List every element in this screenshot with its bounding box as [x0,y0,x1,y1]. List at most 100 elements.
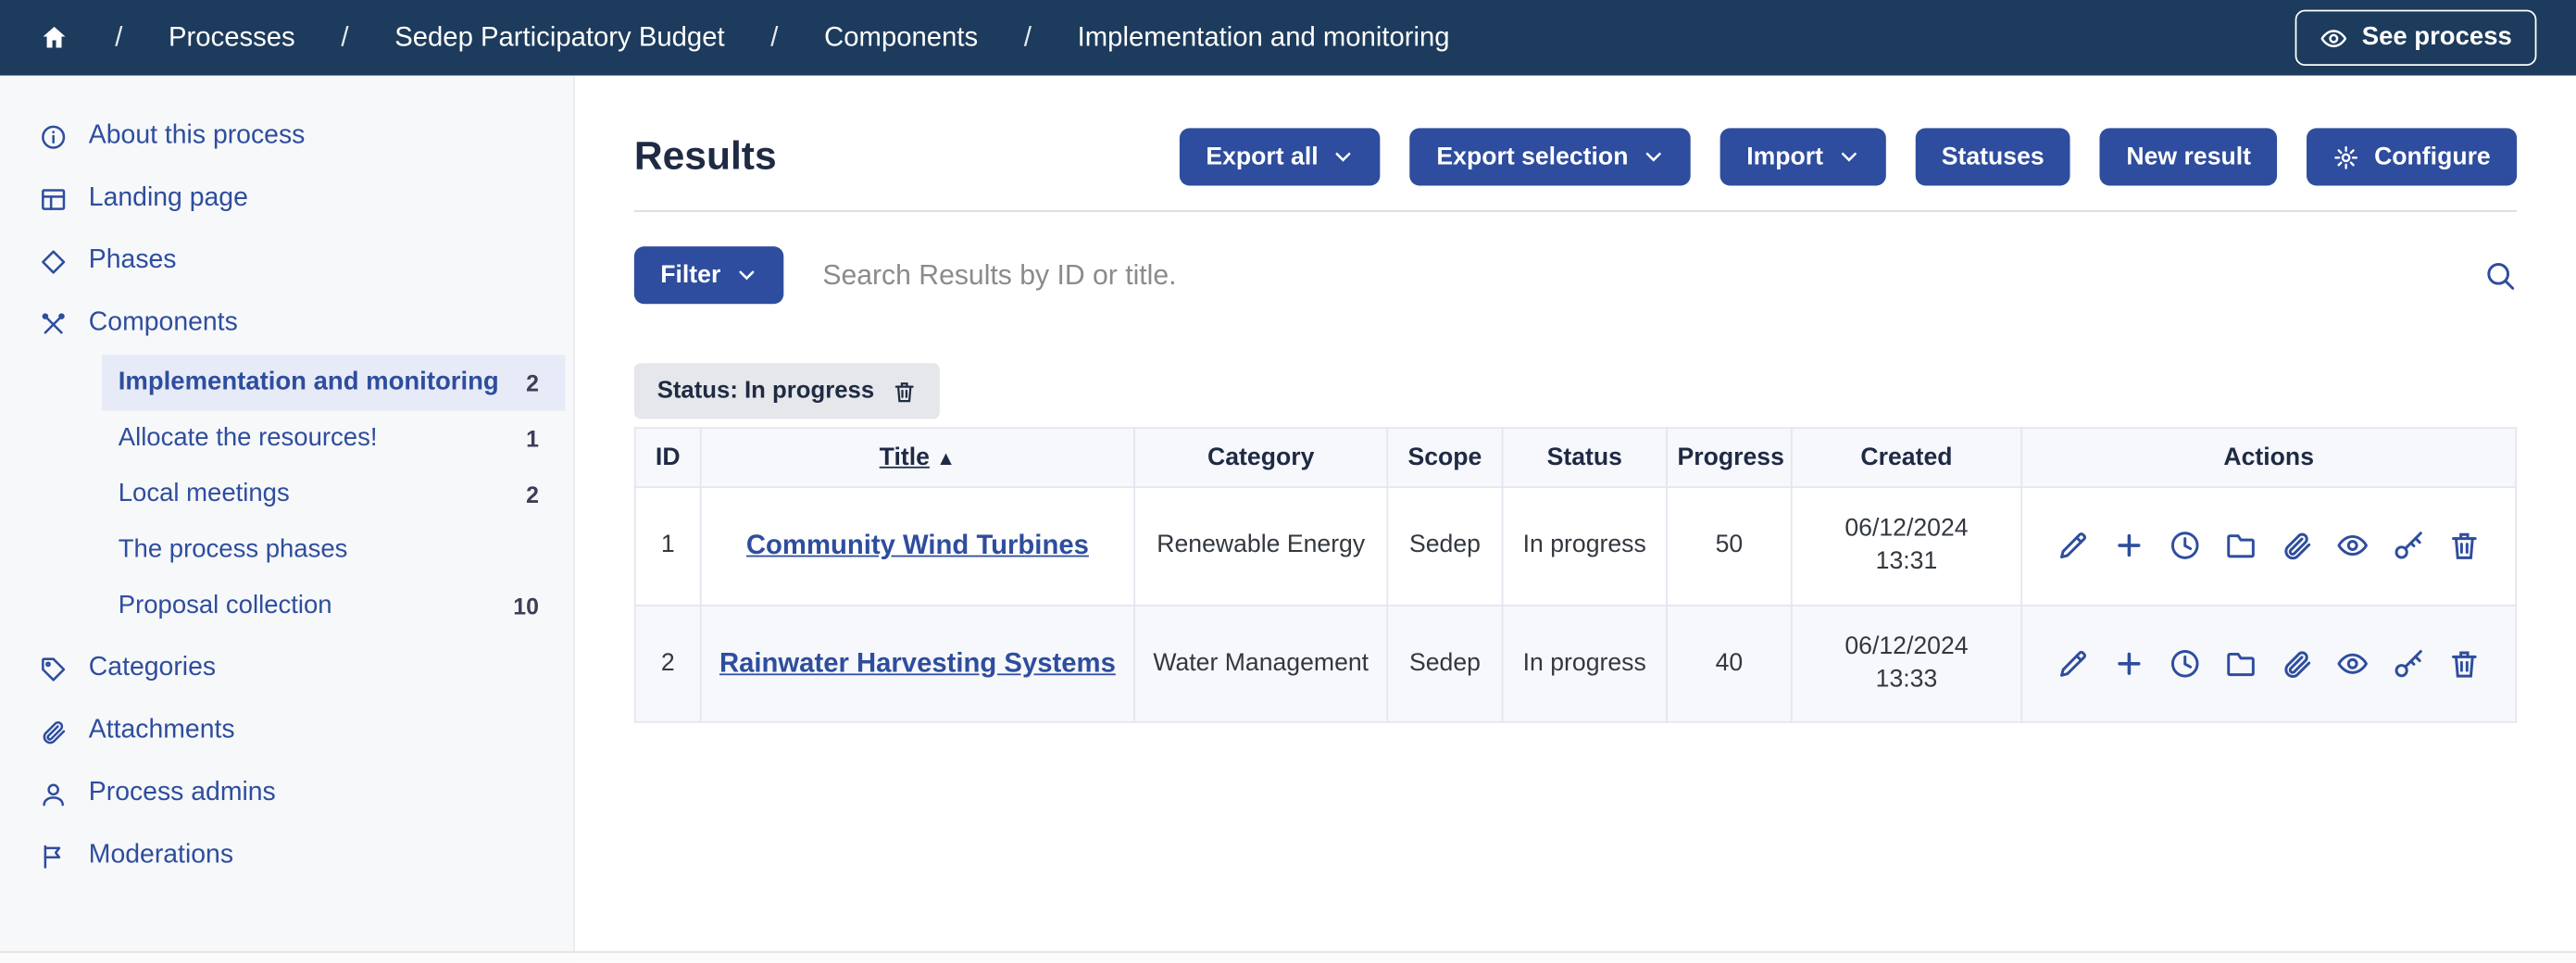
table-header-row: ID Title▲ Category Scope Status Progress… [635,428,2516,487]
row-actions [2035,647,2502,680]
clock-icon[interactable] [2169,530,2201,562]
breadcrumb-components[interactable]: Components [824,22,978,54]
delete-trash-icon[interactable] [2448,530,2481,562]
sidebar-subitem-label: Proposal collection [119,592,332,621]
edit-icon[interactable] [2057,647,2089,680]
sidebar-subitem-proposal-collection[interactable]: Proposal collection 10 [102,579,565,634]
chevron-down-icon [1333,146,1355,168]
export-all-button[interactable]: Export all [1180,128,1381,185]
sidebar-subitem-the-process-phases[interactable]: The process phases [102,522,565,578]
chevron-down-icon [735,265,757,286]
sidebar-item-categories[interactable]: Categories [0,637,573,699]
see-process-label: See process [2362,23,2512,53]
result-scope: Sedep [1387,605,1502,722]
new-result-label: New result [2126,143,2251,170]
sidebar-item-landing-page[interactable]: Landing page [0,168,573,230]
breadcrumb-current-component[interactable]: Implementation and monitoring [1078,22,1450,54]
export-selection-button[interactable]: Export selection [1410,128,1691,185]
sidebar-subitem-implementation-and-monitoring[interactable]: Implementation and monitoring 2 [102,355,565,410]
filter-label: Filter [660,261,720,289]
clock-icon[interactable] [2169,647,2201,680]
result-status: In progress [1503,605,1667,722]
sidebar-item-components[interactable]: Components [0,293,573,355]
home-icon[interactable] [40,23,69,53]
delete-trash-icon[interactable] [2448,647,2481,680]
row-actions [2035,530,2502,562]
folder-icon[interactable] [2224,647,2257,680]
sidebar-subitem-label: The process phases [119,535,348,565]
chevron-down-icon [1838,146,1859,168]
result-category: Renewable Energy [1134,487,1387,605]
sidebar-item-label: Components [89,309,238,339]
sidebar-subitem-allocate-the-resources[interactable]: Allocate the resources! 1 [102,411,565,467]
component-count-badge: 2 [526,369,539,395]
sidebar-item-about[interactable]: About this process [0,106,573,168]
permissions-key-icon[interactable] [2392,647,2424,680]
attachment-icon[interactable] [2281,530,2313,562]
layout-icon [40,185,68,213]
active-filters-row: Status: In progress [634,363,2517,419]
import-label: Import [1746,143,1823,170]
result-created: 06/12/2024 13:33 [1792,605,2021,722]
breadcrumb-separator: / [1024,22,1032,54]
breadcrumb: / Processes / Sedep Participatory Budget… [40,22,1450,54]
breadcrumb-process-name[interactable]: Sedep Participatory Budget [394,22,724,54]
sidebar-item-phases[interactable]: Phases [0,230,573,292]
filter-search-row: Filter [634,246,2517,304]
sidebar-subitem-local-meetings[interactable]: Local meetings 2 [102,467,565,522]
search-input[interactable] [822,258,2445,291]
sidebar-item-process-admins[interactable]: Process admins [0,762,573,824]
plus-icon[interactable] [2113,647,2145,680]
gear-icon [2333,144,2359,169]
import-button[interactable]: Import [1720,128,1886,185]
column-header-id: ID [635,428,701,487]
header-divider [634,210,2517,212]
attachment-icon[interactable] [2281,647,2313,680]
eye-icon [2320,24,2347,52]
tag-icon [40,655,68,682]
sidebar-item-label: Moderations [89,841,233,870]
created-date: 06/12/2024 [1806,513,2007,546]
result-title-link[interactable]: Rainwater Harvesting Systems [719,648,1116,678]
preview-eye-icon[interactable] [2336,647,2369,680]
column-header-title-label: Title [880,444,930,471]
sidebar-item-moderations[interactable]: Moderations [0,825,573,887]
edit-icon[interactable] [2057,530,2089,562]
statuses-button[interactable]: Statuses [1915,128,2070,185]
column-header-actions: Actions [2021,428,2516,487]
sidebar-item-label: Categories [89,654,216,683]
search-button[interactable] [2484,258,2517,291]
configure-label: Configure [2374,143,2491,170]
filter-button[interactable]: Filter [634,246,783,304]
info-icon [40,122,68,150]
new-result-button[interactable]: New result [2100,128,2277,185]
sidebar-subitem-label: Allocate the resources! [119,424,378,454]
breadcrumb-processes[interactable]: Processes [169,22,295,54]
sidebar: About this process Landing page Phases C… [0,76,575,963]
main-content: Results Export all Export selection Impo… [575,76,2576,963]
component-count-badge: 10 [513,593,539,619]
permissions-key-icon[interactable] [2392,530,2424,562]
column-header-created: Created [1792,428,2021,487]
flag-icon [40,842,68,869]
preview-eye-icon[interactable] [2336,530,2369,562]
topbar: / Processes / Sedep Participatory Budget… [0,0,2576,76]
paperclip-icon [40,717,68,744]
page-title: Results [634,134,777,181]
created-date: 06/12/2024 [1806,630,2007,663]
remove-filter-trash-icon[interactable] [893,379,918,404]
configure-button[interactable]: Configure [2307,128,2517,185]
result-progress: 40 [1667,605,1792,722]
sidebar-item-label: About this process [89,121,306,151]
column-header-status: Status [1503,428,1667,487]
column-header-title[interactable]: Title▲ [701,428,1134,487]
filter-chip-status-in-progress: Status: In progress [634,363,940,419]
sidebar-item-label: Attachments [89,717,235,746]
plus-icon[interactable] [2113,530,2145,562]
result-status: In progress [1503,487,1667,605]
folder-icon[interactable] [2224,530,2257,562]
result-title-link[interactable]: Community Wind Turbines [746,531,1089,560]
sidebar-item-label: Phases [89,246,177,276]
sidebar-item-attachments[interactable]: Attachments [0,700,573,762]
see-process-button[interactable]: See process [2295,10,2536,66]
